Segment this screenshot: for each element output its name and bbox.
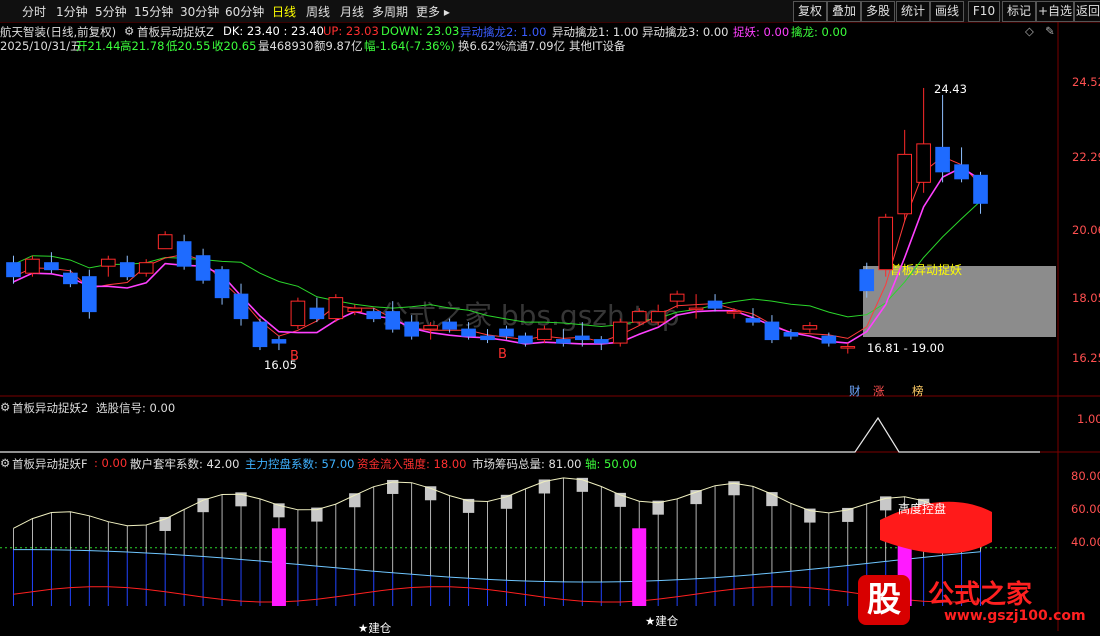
build-label: ★建仓 <box>645 614 679 628</box>
candle-body <box>556 339 571 344</box>
candle-body <box>176 241 192 267</box>
candle-body <box>593 339 609 344</box>
candle-body <box>726 311 742 314</box>
candle-body <box>328 297 344 320</box>
panel3-axis: 轴: 50.00 <box>585 457 637 471</box>
panel3-y-tick: 60.00 <box>1071 502 1100 516</box>
candle-body <box>537 328 552 341</box>
candle-body <box>575 335 590 341</box>
logo-glyph: 股 <box>858 575 910 625</box>
inflow-curve <box>13 586 981 603</box>
candle-body <box>745 318 761 323</box>
build-position-bar <box>271 528 286 606</box>
candle-body <box>650 311 666 323</box>
candle-body <box>252 321 268 348</box>
box-label: 首板异动捉妖 <box>890 262 962 277</box>
tag-list: 榜 <box>912 384 924 398</box>
candle-body <box>366 311 382 320</box>
logo-url: www.gszj100.com <box>944 608 1086 624</box>
panel2-y-tick: 1.00 <box>1077 412 1100 426</box>
build-position-bar <box>632 528 647 606</box>
candle-body <box>290 300 306 327</box>
candle-body <box>669 293 685 302</box>
retail-curve <box>13 477 981 529</box>
candle-body <box>631 311 647 323</box>
panel2-signal: 选股信号: 0.00 <box>96 401 176 415</box>
candle-body <box>195 255 211 281</box>
candle-body <box>347 307 363 313</box>
candle-body <box>138 262 154 274</box>
candle-body <box>499 328 514 337</box>
tag-finance: 财 <box>849 384 861 398</box>
candle-body <box>840 346 856 349</box>
panel3-main: 主力控盘系数: 57.00 <box>245 457 355 471</box>
main-control-curve <box>13 549 981 583</box>
candle-body <box>688 307 704 311</box>
candle-body <box>82 276 97 313</box>
y-tick: 18.05 <box>1072 291 1100 305</box>
candle-body <box>25 258 40 274</box>
panel3-gear-icon[interactable]: ⚙ <box>0 456 10 470</box>
candle-body <box>897 153 912 215</box>
logo-text: 公式之家 <box>928 580 1033 610</box>
candle-body <box>821 335 837 344</box>
panel3-chips: 市场筹码总量: 81.00 <box>472 457 582 471</box>
candle-body <box>461 328 476 337</box>
candle-body <box>442 321 457 330</box>
y-tick: 22.29 <box>1072 150 1100 164</box>
control-label: 高度控盘 <box>898 502 947 516</box>
candle-body <box>271 339 287 344</box>
candle-body <box>973 174 988 204</box>
panel3-v0: : 0.00 <box>94 456 128 470</box>
candle-body <box>480 335 495 341</box>
y-tick: 20.06 <box>1072 223 1100 237</box>
candle-body <box>100 258 116 267</box>
panel3-y-tick: 40.00 <box>1071 535 1100 549</box>
panel3-y-tick: 80.00 <box>1071 469 1100 483</box>
candle-body <box>44 262 59 271</box>
range-label: 16.81 - 19.00 <box>867 341 945 355</box>
candle-body <box>63 272 78 285</box>
signal-line <box>0 416 1040 453</box>
panel3-title: 首板异动捉妖F <box>12 457 88 471</box>
y-tick: 24.52 <box>1072 75 1100 89</box>
panel2-title: 首板异动捉妖2 <box>12 401 89 415</box>
candle-body <box>878 216 894 271</box>
buy-mark: B <box>498 347 507 362</box>
candle-body <box>119 262 135 278</box>
panel2-gear-icon[interactable]: ⚙ <box>0 400 10 414</box>
candle-body <box>423 325 438 330</box>
candle-body <box>954 164 969 180</box>
candle-body <box>385 311 401 330</box>
panel3-retail: 散户套牢系数: 42.00 <box>130 457 240 471</box>
candle-body <box>233 293 249 320</box>
candle-body <box>707 300 723 309</box>
buy-mark: B <box>290 349 299 364</box>
candle-body <box>6 262 21 278</box>
candle-body <box>309 307 325 320</box>
build-label: ★建仓 <box>358 621 392 635</box>
candle-body <box>916 143 931 183</box>
y-tick: 16.25 <box>1072 351 1100 365</box>
high-label: 24.43 <box>934 82 967 96</box>
candle-body <box>518 335 533 344</box>
candle-body <box>214 269 230 299</box>
candle-body <box>935 146 950 173</box>
candle-body <box>612 321 628 344</box>
candle-body <box>157 234 173 250</box>
panel3-inflow: 资金流入强度: 18.00 <box>357 457 467 471</box>
candle-body <box>404 321 419 337</box>
candle-body <box>783 332 799 337</box>
candle-body <box>859 269 875 292</box>
tag-limitup: 涨 <box>873 384 885 398</box>
candle-body <box>764 321 780 341</box>
candle-body <box>802 325 818 330</box>
